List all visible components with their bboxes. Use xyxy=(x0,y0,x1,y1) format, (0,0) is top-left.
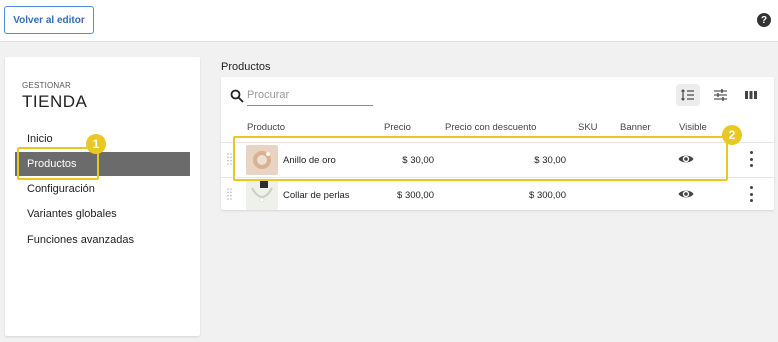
sidebar-item-productos[interactable]: Productos xyxy=(15,152,190,176)
product-name[interactable]: Anillo de oro xyxy=(283,155,336,166)
sidebar-title: TIENDA xyxy=(22,92,88,111)
search-input[interactable] xyxy=(247,85,373,106)
column-header-precio[interactable]: Precio xyxy=(384,122,411,133)
column-header-sku[interactable]: SKU xyxy=(578,122,598,133)
filter-sliders-icon[interactable] xyxy=(708,84,732,106)
columns-icon[interactable] xyxy=(739,84,763,106)
step-badge-2: 2 xyxy=(722,125,742,145)
sidebar-subtitle: GESTIONAR xyxy=(22,81,71,90)
visible-eye-icon[interactable] xyxy=(678,153,694,165)
drag-handle-icon[interactable] xyxy=(227,188,232,200)
product-price: $ 300,00 xyxy=(397,190,434,201)
product-price: $ 30,00 xyxy=(402,155,434,166)
column-header-visible[interactable]: Visible xyxy=(679,122,707,133)
back-to-editor-button[interactable]: Volver al editor xyxy=(4,6,94,34)
sort-list-icon[interactable] xyxy=(676,84,700,106)
visible-eye-icon[interactable] xyxy=(678,188,694,200)
column-header-precio-descuento[interactable]: Precio con descuento xyxy=(445,122,536,133)
column-header-producto[interactable]: Producto xyxy=(247,122,285,133)
product-thumbnail-necklace xyxy=(246,180,278,210)
sidebar-item-variantes-globales[interactable]: Variantes globales xyxy=(5,202,200,226)
page-title: Productos xyxy=(221,61,271,73)
product-discount-price: $ 300,00 xyxy=(529,190,566,201)
search-icon xyxy=(230,89,244,103)
products-table-card: Producto Precio Precio con descuento SKU… xyxy=(221,77,774,210)
product-name[interactable]: Collar de perlas xyxy=(283,190,350,201)
column-header-banner[interactable]: Banner xyxy=(620,122,651,133)
product-thumbnail-ring xyxy=(246,145,278,175)
question-circle-icon[interactable]: ? xyxy=(757,13,771,27)
sidebar-item-funciones-avanzadas[interactable]: Funciones avanzadas xyxy=(5,228,200,252)
sidebar-item-configuracion[interactable]: Configuración xyxy=(5,177,200,201)
table-row[interactable]: Anillo de oro $ 30,00 $ 30,00 xyxy=(221,142,774,175)
top-bar: Volver al editor ? xyxy=(0,0,778,42)
step-badge-1: 1 xyxy=(86,134,106,154)
row-menu-icon[interactable] xyxy=(748,186,754,202)
drag-handle-icon[interactable] xyxy=(227,153,232,165)
row-menu-icon[interactable] xyxy=(748,151,754,167)
product-discount-price: $ 30,00 xyxy=(534,155,566,166)
table-row[interactable]: Collar de perlas $ 300,00 $ 300,00 xyxy=(221,177,774,210)
sidebar: GESTIONAR TIENDA Inicio Productos Config… xyxy=(5,57,200,336)
